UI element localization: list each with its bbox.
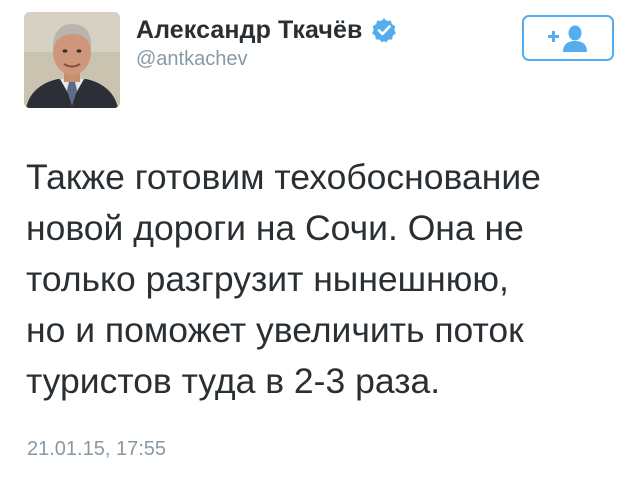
avatar[interactable] bbox=[24, 12, 120, 108]
tweet-text-line: новой дороги на Сочи. Она не bbox=[26, 208, 524, 248]
author-handle[interactable]: @antkachev bbox=[136, 48, 247, 71]
profile-photo-icon bbox=[24, 12, 120, 108]
tweet-text: Также готовим техобоснование новой дорог… bbox=[26, 152, 626, 407]
author-name-row: Александр Ткачёв bbox=[136, 14, 397, 46]
tweet-text-line: туристов туда в 2-3 раза. bbox=[26, 361, 441, 401]
follow-button[interactable] bbox=[522, 15, 614, 61]
tweet-text-line: но и поможет увеличить поток bbox=[26, 310, 524, 350]
tweet-timestamp[interactable]: 21.01.15, 17:55 bbox=[27, 438, 166, 461]
verified-badge-icon bbox=[371, 17, 397, 43]
tweet-text-line: Также готовим техобоснование bbox=[26, 157, 541, 197]
author-display-name[interactable]: Александр Ткачёв bbox=[136, 16, 363, 45]
tweet-card: Александр Ткачёв @antkachev Также готови… bbox=[0, 0, 640, 483]
add-user-icon bbox=[548, 25, 587, 52]
tweet-text-line: только разгрузит нынешнюю, bbox=[26, 259, 509, 299]
